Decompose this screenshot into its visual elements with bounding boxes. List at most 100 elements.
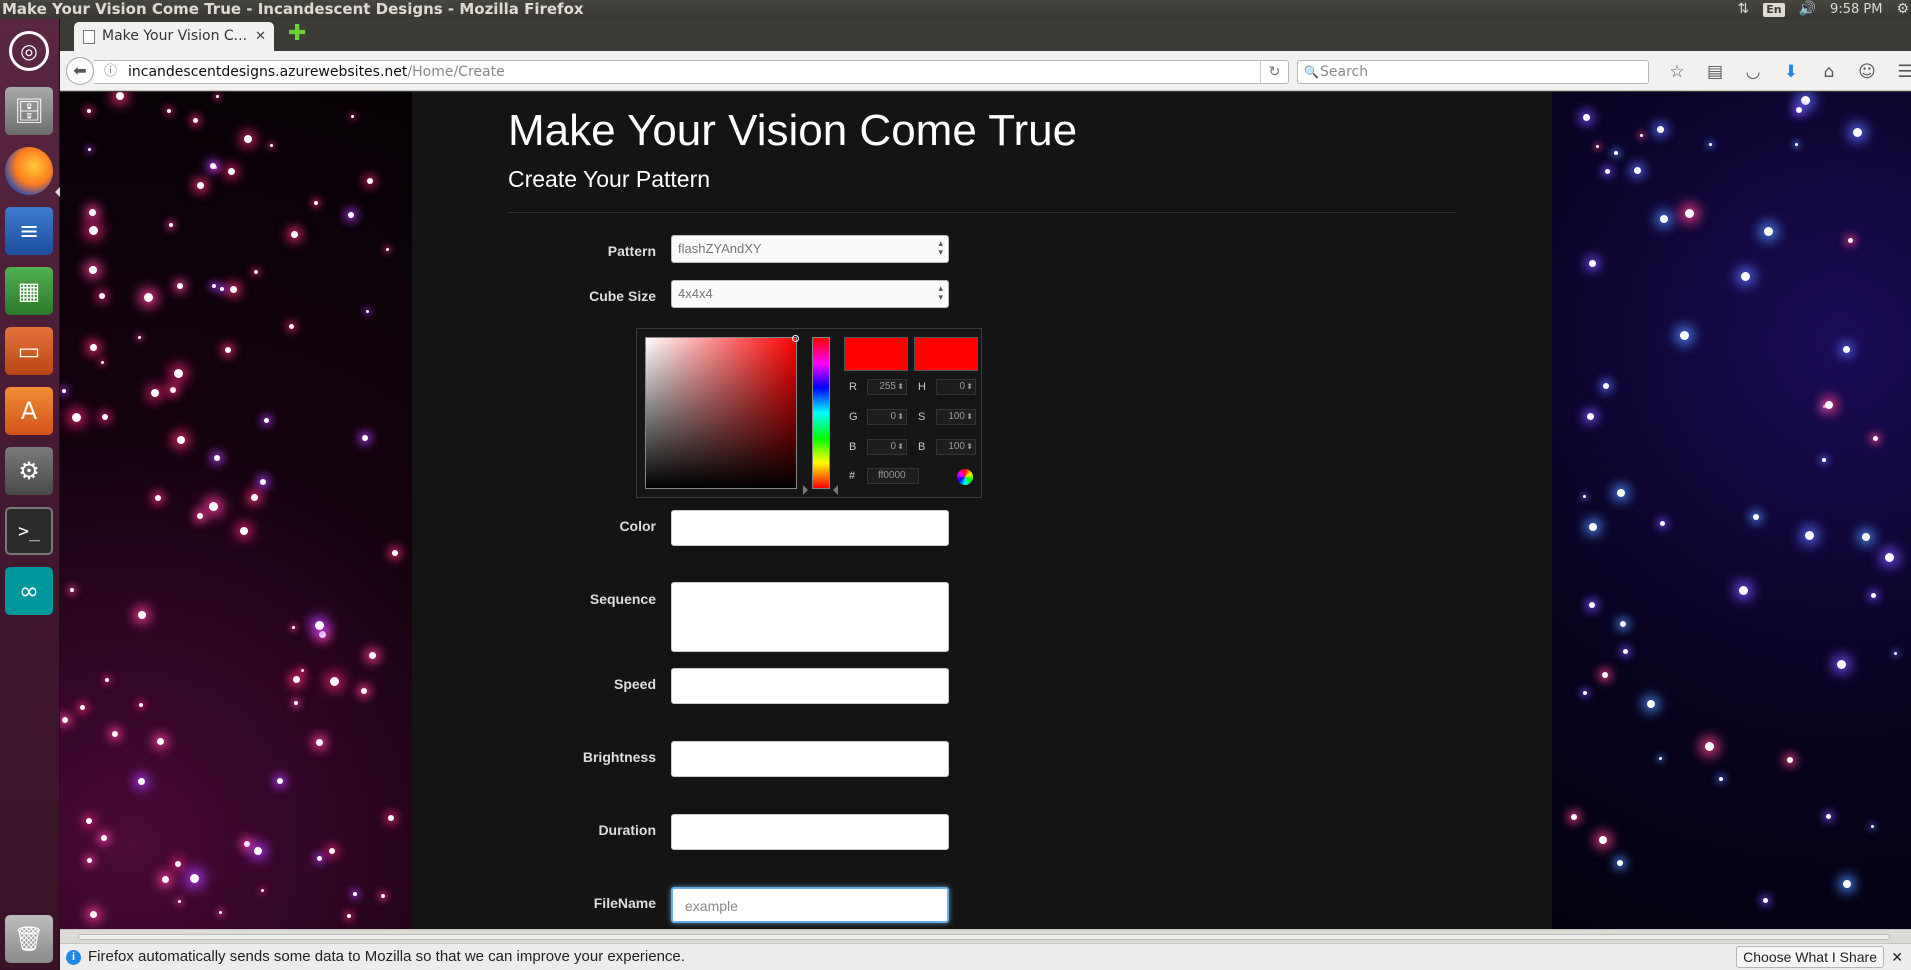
blue-label: B	[849, 441, 857, 453]
light-dot	[353, 892, 357, 896]
light-dot	[244, 841, 250, 847]
pattern-select-value: flashZYAndXY	[678, 241, 762, 256]
navigation-bar: ⬅ ⓘ incandescentdesigns.azurewebsites.ne…	[60, 51, 1911, 91]
light-dot	[277, 778, 283, 784]
light-dot	[1719, 777, 1723, 781]
close-tab-icon[interactable]: ✕	[255, 22, 266, 51]
hello-chat-icon[interactable]: ☺	[1848, 62, 1886, 82]
green-value: 0	[890, 411, 896, 422]
light-dot	[1614, 151, 1618, 155]
home-icon[interactable]: ⌂	[1810, 62, 1848, 82]
files-icon[interactable]: 🗄	[5, 87, 53, 135]
color-wheel-icon[interactable]	[957, 469, 973, 485]
browser-tab[interactable]: Make Your Vision C... ✕	[74, 22, 274, 51]
libreoffice-calc-icon[interactable]: ▦	[5, 267, 53, 315]
new-tab-icon[interactable]: ✚	[288, 21, 306, 46]
red-input[interactable]: 255 ⬍	[867, 379, 907, 395]
back-button[interactable]: ⬅	[66, 57, 94, 85]
light-dot	[240, 527, 248, 535]
stepper-icon[interactable]: ⬍	[966, 410, 973, 424]
hue-slider[interactable]	[812, 337, 830, 489]
window-title: Make Your Vision Come True - Incandescen…	[2, 0, 584, 18]
trash-icon[interactable]: 🗑	[5, 915, 53, 963]
hex-input[interactable]: ff0000	[867, 468, 919, 484]
sequence-textarea[interactable]	[671, 582, 949, 652]
arduino-icon[interactable]: ∞	[5, 567, 53, 615]
light-dot	[1871, 825, 1874, 828]
light-dot	[293, 676, 300, 683]
search-box[interactable]: 🔍 Search	[1297, 60, 1649, 84]
sv-marker[interactable]	[792, 335, 799, 342]
color-input[interactable]	[671, 510, 949, 546]
menu-icon[interactable]: ☰	[1886, 62, 1911, 82]
network-icon[interactable]: ⇅	[1738, 0, 1750, 19]
url-bar[interactable]: ⓘ incandescentdesigns.azurewebsites.net/…	[94, 60, 1289, 84]
choose-what-i-share-button[interactable]: Choose What I Share	[1736, 946, 1884, 968]
clock[interactable]: 9:58 PM	[1830, 0, 1882, 19]
tab-bar: Make Your Vision C... ✕ ✚	[60, 19, 1911, 51]
reading-list-icon[interactable]: ▤	[1696, 62, 1734, 82]
color-picker: R 255 ⬍ G 0 ⬍ B 0 ⬍ H 0 ⬍ S 100 ⬍ B 100 ⬍ # ff0000	[636, 328, 982, 498]
light-dot	[197, 182, 204, 189]
libreoffice-writer-icon[interactable]: ≡	[5, 207, 53, 255]
light-dot	[289, 324, 294, 329]
stepper-icon[interactable]: ⬍	[897, 440, 904, 454]
light-dot	[270, 144, 273, 147]
close-notification-icon[interactable]: ✕	[1891, 944, 1903, 970]
light-dot	[101, 835, 107, 841]
firefox-icon[interactable]	[5, 147, 53, 195]
hue-left-pointer-icon	[803, 485, 808, 495]
url-domain: incandescentdesigns.azurewebsites.net	[128, 64, 408, 80]
blue-input[interactable]: 0 ⬍	[867, 439, 907, 455]
brightness-channel-input[interactable]: 100 ⬍	[936, 439, 976, 455]
bookmark-star-icon[interactable]: ☆	[1658, 62, 1696, 82]
terminal-icon[interactable]: >_	[5, 507, 53, 555]
keyboard-layout-indicator[interactable]: En	[1763, 2, 1785, 17]
dash-home-icon[interactable]: ◎	[5, 27, 53, 75]
duration-input[interactable]	[671, 814, 949, 850]
stepper-icon[interactable]: ⬍	[897, 410, 904, 424]
hue-input[interactable]: 0 ⬍	[936, 379, 976, 395]
brightness-input[interactable]	[671, 741, 949, 777]
select-arrows-icon: ▴ ▾	[938, 238, 943, 257]
filename-input[interactable]: example	[671, 887, 949, 923]
light-dot	[190, 874, 199, 883]
brightness-channel: B 100 ⬍	[918, 437, 976, 457]
horizontal-scrollbar[interactable]	[60, 929, 1911, 943]
saturation-value-area[interactable]	[645, 335, 799, 489]
scrollbar-thumb[interactable]	[78, 934, 1890, 940]
site-info-icon[interactable]: ⓘ	[104, 61, 117, 83]
cube-size-select[interactable]: 4x4x4 ▴ ▾	[671, 280, 949, 308]
light-dot	[1739, 586, 1748, 595]
hex-value: ff0000	[878, 470, 906, 481]
light-dot	[1741, 272, 1750, 281]
libreoffice-impress-icon[interactable]: ▭	[5, 327, 53, 375]
pocket-icon[interactable]: ◡	[1734, 62, 1772, 82]
speed-input[interactable]	[671, 668, 949, 704]
reload-icon[interactable]: ↻	[1260, 61, 1288, 83]
red-value: 255	[879, 381, 896, 392]
system-settings-icon[interactable]: ⚙	[5, 447, 53, 495]
stepper-icon[interactable]: ⬍	[897, 380, 904, 394]
light-dot	[1617, 489, 1625, 497]
stepper-icon[interactable]: ⬍	[966, 440, 973, 454]
light-dot	[351, 115, 354, 118]
light-dot	[177, 436, 185, 444]
light-dot	[1826, 814, 1831, 819]
light-dot	[86, 818, 92, 824]
software-center-icon[interactable]: A	[5, 387, 53, 435]
saturation-input[interactable]: 100 ⬍	[936, 409, 976, 425]
stepper-icon[interactable]: ⬍	[966, 380, 973, 394]
light-dot	[105, 678, 109, 682]
pattern-select[interactable]: flashZYAndXY ▴ ▾	[671, 235, 949, 263]
hue-value: 0	[959, 381, 965, 392]
green-input[interactable]: 0 ⬍	[867, 409, 907, 425]
light-dot	[174, 369, 183, 378]
settings-gear-icon[interactable]: ⚙	[1896, 0, 1909, 19]
downloads-icon[interactable]: ⬇	[1772, 62, 1810, 82]
light-dot	[386, 248, 389, 251]
light-dot	[1583, 495, 1586, 498]
volume-icon[interactable]: 🔊	[1799, 0, 1816, 19]
cube-size-select-value: 4x4x4	[678, 286, 713, 301]
light-dot	[116, 92, 124, 100]
